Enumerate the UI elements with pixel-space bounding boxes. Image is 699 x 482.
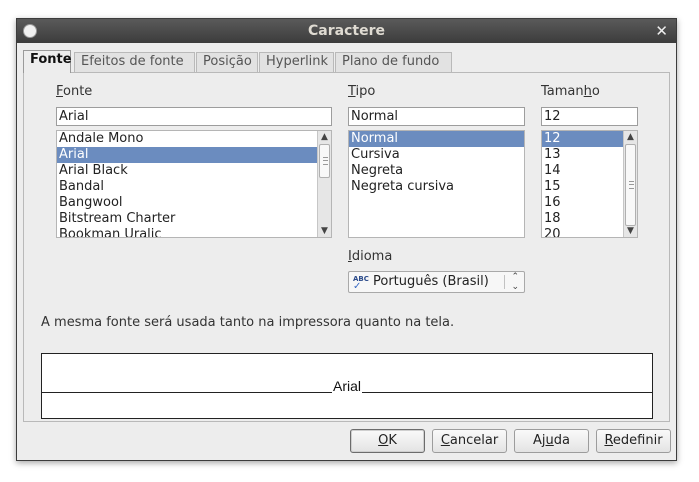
list-item-selected[interactable]: 12 xyxy=(542,131,623,147)
list-item[interactable]: Bitstream Charter xyxy=(57,211,331,227)
list-item[interactable]: Cursiva xyxy=(349,147,524,163)
list-item[interactable]: Bandal xyxy=(57,179,331,195)
list-item[interactable]: Arial Black xyxy=(57,163,331,179)
font-list[interactable]: Andale Mono Arial Arial Black Bandal Ban… xyxy=(56,130,332,238)
caractere-dialog: Caractere ✕ Fonte Efeitos de fonte Posiç… xyxy=(16,18,677,461)
tab-panel-fonte: Fonte Arial Andale Mono Arial Arial Blac… xyxy=(23,72,670,422)
preview-sample-text: Arial xyxy=(331,378,362,394)
list-item[interactable]: Negreta cursiva xyxy=(349,179,524,195)
font-list-scrollbar[interactable]: ▲ ▼ xyxy=(317,131,331,237)
language-select[interactable]: ABC ✓ Português (Brasil) ⌃ ⌄ xyxy=(348,271,525,293)
font-name-field[interactable]: Arial xyxy=(56,107,332,126)
list-item-selected[interactable]: Normal xyxy=(349,131,524,147)
tab-plano-de-fundo[interactable]: Plano de fundo xyxy=(335,52,452,72)
language-label: Idioma xyxy=(348,249,393,264)
font-label: Fonte xyxy=(56,84,93,99)
ok-button[interactable]: OK xyxy=(350,429,425,453)
scroll-down-icon[interactable]: ▼ xyxy=(624,225,637,237)
font-preview: Arial xyxy=(41,353,653,419)
size-field[interactable]: 12 xyxy=(541,107,638,126)
size-list-scrollbar[interactable]: ▲ ▼ xyxy=(623,131,637,237)
help-button[interactable]: Ajuda xyxy=(514,429,589,453)
scroll-thumb[interactable] xyxy=(319,144,330,178)
reset-button[interactable]: Redefinir xyxy=(596,429,671,453)
size-list[interactable]: 12 13 14 15 16 18 20 ▲ ▼ xyxy=(541,130,638,238)
cancel-button[interactable]: Cancelar xyxy=(432,429,507,453)
tab-efeitos-de-fonte[interactable]: Efeitos de fonte xyxy=(74,52,195,72)
chevron-updown-icon: ⌃ ⌄ xyxy=(511,272,519,292)
window-title: Caractere xyxy=(308,23,385,39)
list-item[interactable]: Bangwool xyxy=(57,195,331,211)
style-list[interactable]: Normal Cursiva Negreta Negreta cursiva xyxy=(348,130,525,238)
size-label: Tamanho xyxy=(541,84,600,99)
style-label: Tipo xyxy=(348,84,376,99)
scroll-up-icon[interactable]: ▲ xyxy=(624,131,637,143)
scroll-thumb[interactable] xyxy=(625,144,636,226)
list-item-selected[interactable]: Arial xyxy=(57,147,331,163)
style-field[interactable]: Normal xyxy=(348,107,525,126)
tab-hyperlink[interactable]: Hyperlink xyxy=(259,52,334,72)
spellcheck-flag-icon: ABC ✓ xyxy=(353,275,369,292)
info-text: A mesma fonte será usada tanto na impres… xyxy=(41,315,455,330)
list-item[interactable]: Bookman Uralic xyxy=(57,227,331,237)
tab-posicao[interactable]: Posição xyxy=(196,52,258,72)
list-item[interactable]: Andale Mono xyxy=(57,131,331,147)
close-icon[interactable]: ✕ xyxy=(655,22,668,40)
title-bar[interactable]: Caractere ✕ xyxy=(17,19,676,43)
tab-fonte[interactable]: Fonte xyxy=(23,50,72,73)
scroll-up-icon[interactable]: ▲ xyxy=(318,131,331,143)
scroll-down-icon[interactable]: ▼ xyxy=(318,225,331,237)
list-item[interactable]: Negreta xyxy=(349,163,524,179)
language-value: Português (Brasil) xyxy=(373,274,489,289)
